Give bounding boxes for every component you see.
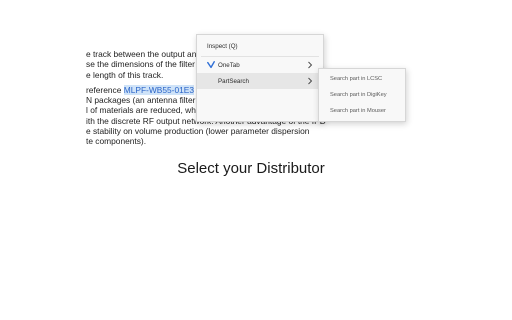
doc-line-8: e stability on volume production (lower … bbox=[86, 126, 310, 137]
submenu-item-mouser[interactable]: Search part in Mouser bbox=[319, 104, 405, 118]
submenu-item-lcsc[interactable]: Search part in LCSC bbox=[319, 72, 405, 86]
menu-item-inspect-label: Inspect (Q) bbox=[207, 42, 238, 50]
context-menu: Inspect (Q) OneTab PartSearch bbox=[196, 34, 324, 122]
selected-part-number[interactable]: MLPF-WB55-01E3 bbox=[123, 84, 194, 95]
doc-line-9: te components). bbox=[86, 136, 147, 147]
menu-item-onetab[interactable]: OneTab bbox=[197, 57, 323, 73]
select-distributor-caption: Select your Distributor bbox=[177, 160, 325, 177]
chevron-right-icon bbox=[308, 61, 313, 69]
doc-line-4-prefix: reference bbox=[86, 84, 124, 95]
chevron-right-icon bbox=[308, 77, 313, 85]
partsearch-submenu: Search part in LCSC Search part in DigiK… bbox=[318, 68, 406, 122]
menu-item-onetab-label: OneTab bbox=[218, 61, 240, 69]
menu-item-partsearch[interactable]: PartSearch bbox=[197, 73, 323, 89]
menu-item-inspect[interactable]: Inspect (Q) bbox=[197, 38, 323, 54]
menu-item-partsearch-label: PartSearch bbox=[218, 77, 249, 85]
submenu-item-digikey[interactable]: Search part in DigiKey bbox=[319, 88, 405, 102]
onetab-icon bbox=[207, 61, 215, 69]
